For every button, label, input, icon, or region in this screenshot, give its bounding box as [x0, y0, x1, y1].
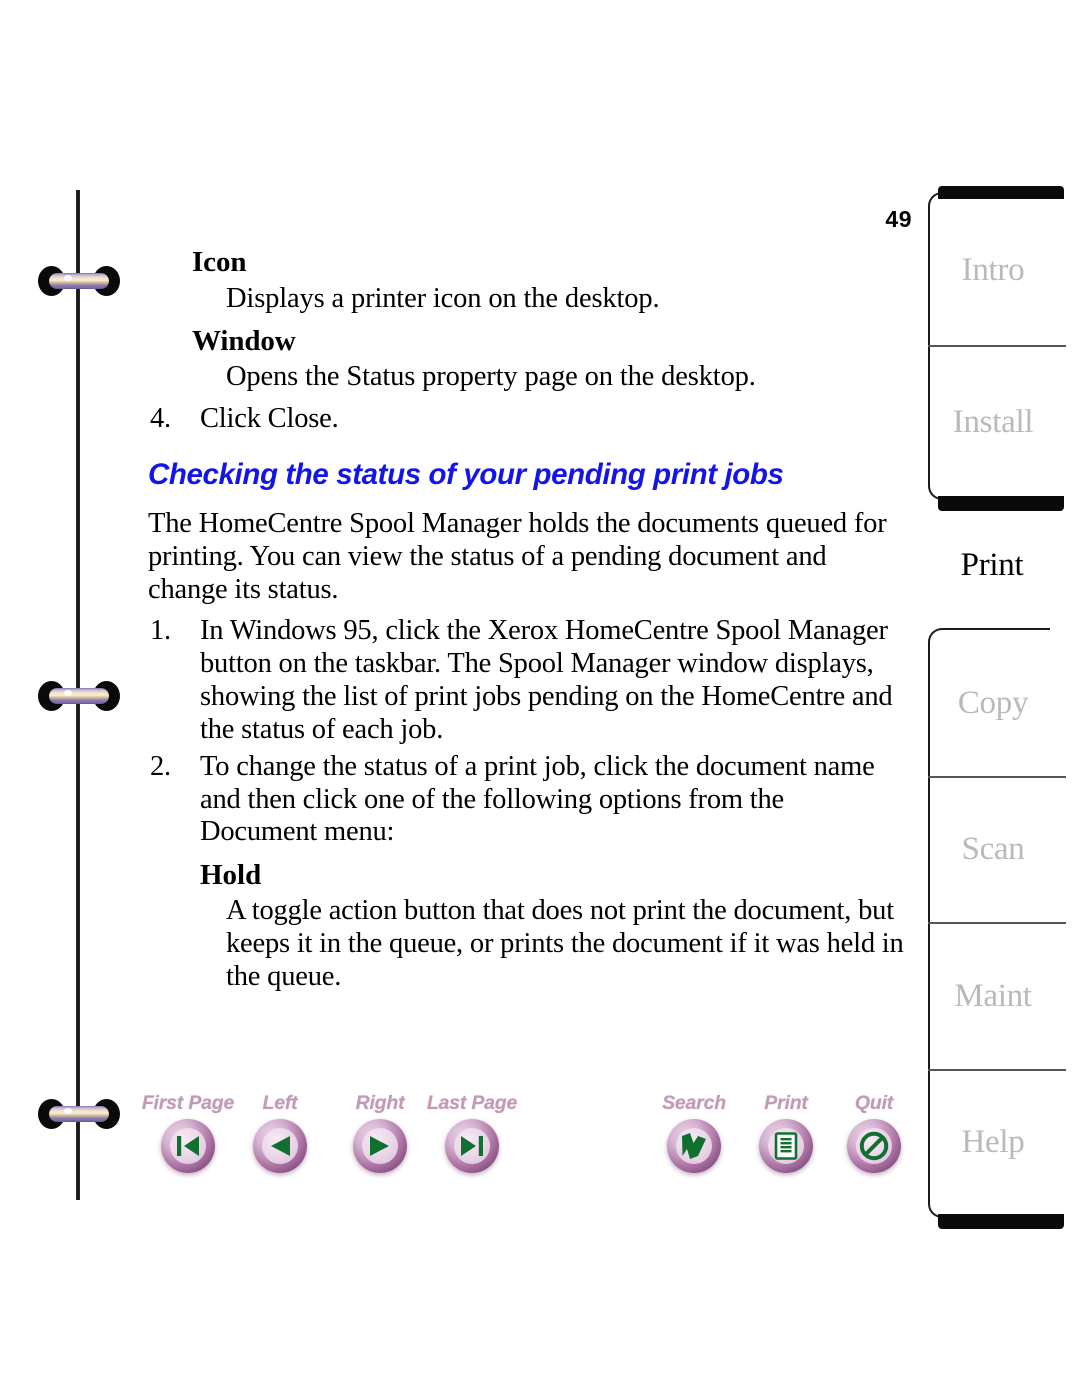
tab-maint[interactable]: Maint: [928, 922, 1066, 1070]
ring-glint: [64, 1108, 72, 1114]
section-tab-rail: Intro Install Print Copy Scan Maint Help: [928, 186, 1068, 1229]
page-number: 49: [885, 206, 912, 232]
search-icon: [667, 1119, 721, 1173]
intro-paragraph: The HomeCentre Spool Manager holds the d…: [148, 508, 887, 606]
definition-hold: A toggle action button that does not pri…: [226, 895, 904, 993]
tab-copy[interactable]: Copy: [930, 630, 1050, 777]
binder-ring: [38, 681, 120, 711]
step-1-text: In Windows 95, click the Xerox HomeCentr…: [200, 614, 893, 745]
tab-help[interactable]: Help: [928, 1068, 1066, 1217]
step-2-text: To change the status of a print job, cli…: [200, 750, 875, 848]
definition-window: Opens the Status property page on the de…: [226, 361, 756, 393]
tab-group-upper-base: [938, 496, 1064, 511]
tab-group-lower-base: [938, 1214, 1064, 1229]
binder-ring: [38, 1099, 120, 1129]
ring-bar: [49, 688, 109, 704]
binder-ring: [38, 266, 120, 296]
definition-icon: Displays a printer icon on the desktop.: [226, 282, 660, 314]
tab-copy-label: Copy: [957, 684, 1029, 721]
print-icon: [759, 1119, 813, 1173]
manual-page: 49 Icon Displays a printer icon on the d…: [0, 0, 1080, 1397]
ring-bar: [49, 1106, 109, 1122]
step-2-number: 2.: [150, 750, 171, 782]
navigation-toolbar: First Page Left Right Last Page Search P…: [134, 1092, 914, 1192]
tab-scan[interactable]: Scan: [928, 775, 1066, 924]
previous-page-icon: [253, 1119, 307, 1173]
tab-group-upper: Intro Install: [928, 186, 1066, 511]
tab-install-label: Install: [952, 403, 1034, 440]
last-page-label: Last Page: [426, 1092, 518, 1114]
step-4: 4. Click Close.: [148, 403, 908, 436]
quit-button[interactable]: Quit: [820, 1092, 928, 1173]
ring-bar: [49, 273, 109, 289]
quit-label: Quit: [854, 1092, 894, 1114]
step-4-number: 4.: [150, 403, 171, 435]
tab-scan-label: Scan: [961, 831, 1025, 868]
section-heading: Checking the status of your pending prin…: [148, 458, 784, 492]
tab-maint-label: Maint: [954, 977, 1032, 1014]
next-page-icon: [353, 1119, 407, 1173]
tab-intro-label: Intro: [961, 251, 1025, 288]
step-1-number: 1.: [150, 614, 171, 646]
ring-glint: [64, 275, 72, 281]
step-4-text: Click Close.: [200, 403, 339, 435]
tab-help-label: Help: [961, 1124, 1025, 1161]
ring-glint: [64, 690, 72, 696]
last-page-icon: [445, 1119, 499, 1173]
step-1: 1. In Windows 95, click the Xerox HomeCen…: [148, 615, 908, 747]
tab-intro[interactable]: Intro: [930, 194, 1050, 346]
term-hold: Hold: [200, 859, 262, 892]
previous-page-button[interactable]: Left: [226, 1092, 334, 1173]
tab-print-active[interactable]: Print: [928, 522, 1050, 608]
step-2: 2. To change the status of a print job, c…: [148, 751, 908, 850]
tab-group-lower: Copy Scan Maint Help: [928, 628, 1066, 1229]
last-page-button[interactable]: Last Page: [418, 1092, 526, 1173]
term-icon: Icon: [192, 246, 247, 278]
first-page-icon: [161, 1119, 215, 1173]
previous-page-label: Left: [262, 1092, 298, 1114]
tab-print-label: Print: [960, 546, 1024, 583]
tab-install[interactable]: Install: [928, 345, 1066, 498]
quit-icon: [847, 1119, 901, 1173]
term-window: Window: [192, 324, 296, 357]
page-content: Icon Displays a printer icon on the desk…: [148, 246, 908, 993]
